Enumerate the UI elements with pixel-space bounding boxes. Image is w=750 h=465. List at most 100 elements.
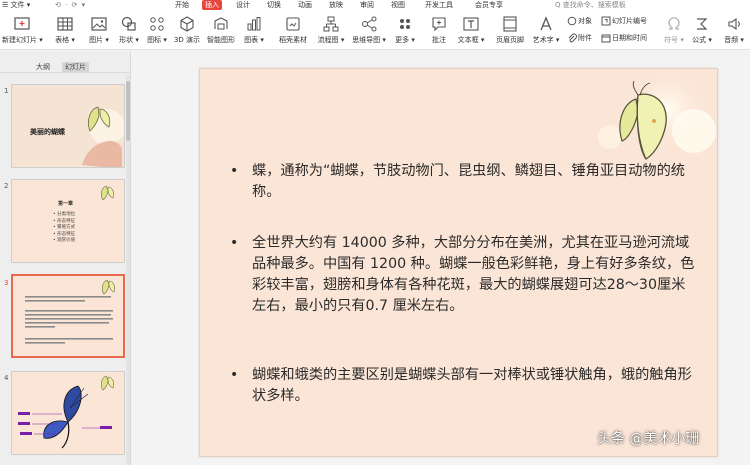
butterfly-anatomy-diagram xyxy=(12,372,124,454)
more-label: 更多 ▾ xyxy=(395,36,415,44)
flowchart-icon xyxy=(323,16,339,32)
flowchart-button[interactable]: 流程图 ▾ xyxy=(316,14,346,48)
more-icon xyxy=(400,19,410,29)
cube-icon xyxy=(180,16,194,32)
table-icon xyxy=(57,17,73,31)
attachment-button[interactable]: 附件 xyxy=(567,32,597,46)
bullet-item-2[interactable]: 全世界大约有 14000 多种，大部分分布在美洲，尤其在亚马逊河流域品种最多。中… xyxy=(228,233,698,317)
header-footer-icon xyxy=(503,16,517,32)
panel-scrollbar-thumb[interactable] xyxy=(126,81,130,141)
shape-button[interactable]: 形状 ▾ xyxy=(116,14,142,48)
omega-symbol-icon xyxy=(668,17,680,30)
tab-review[interactable]: 审阅 xyxy=(357,0,377,10)
media-label: 音频 ▾ xyxy=(724,36,744,44)
icon-button[interactable]: 图标 ▾ xyxy=(144,14,170,48)
chart-icon xyxy=(247,17,261,31)
flowchart-label: 流程图 ▾ xyxy=(317,36,345,44)
shape-icon xyxy=(121,16,136,31)
object-button[interactable]: 对象 xyxy=(567,15,597,29)
tab-transitions[interactable]: 切换 xyxy=(264,0,284,10)
slide-thumbnail-image: 第一章 • 分类地位 • 形态特征 • 繁殖方式 • 形态特征 • 观赏价值 xyxy=(11,179,125,263)
object-icon xyxy=(567,16,577,26)
slide-3-preview xyxy=(13,276,123,356)
slide-1-title: 美丽的蝴蝶 xyxy=(30,128,65,136)
symbol-button[interactable]: 符号 ▾ xyxy=(662,14,686,48)
slide-number: 1 xyxy=(4,87,9,95)
slide-thumbnail-image: 美丽的蝴蝶 xyxy=(11,84,125,168)
table-button[interactable]: 表格 ▾ xyxy=(52,14,78,48)
tab-member[interactable]: 会员专享 xyxy=(472,0,506,10)
mindmap-icon xyxy=(362,16,377,32)
slide-number-button[interactable]: 幻灯片编号 xyxy=(601,15,657,29)
audio-icon xyxy=(728,17,740,31)
slide-2-list: • 分类地位 • 形态特征 • 繁殖方式 • 形态特征 • 观赏价值 xyxy=(53,212,75,245)
panel-scrollbar[interactable] xyxy=(126,75,130,465)
3d-demo-label: 3D 演示 xyxy=(173,36,201,44)
butterfly-hand-image xyxy=(12,85,124,167)
slide-thumbnail-image xyxy=(11,371,125,455)
material-button[interactable]: 稻壳素材 xyxy=(276,14,310,48)
tab-outline[interactable]: 大纲 xyxy=(36,62,50,72)
comment-button[interactable]: 批注 xyxy=(428,14,450,48)
new-slide-icon xyxy=(14,17,30,30)
quick-access-toolbar[interactable]: ⟲ · ⟳ ▾ xyxy=(55,0,86,10)
list-item: • 观赏价值 xyxy=(53,238,76,243)
datetime-label: 日期和时间 xyxy=(612,34,647,42)
insert-ribbon: 新建幻灯片 ▾ 表格 ▾ 图片 ▾ 形状 ▾ 图标 ▾ 3D 演示 智能图形 图… xyxy=(0,10,750,50)
slide-number: 4 xyxy=(4,374,9,382)
datetime-button[interactable]: 日期和时间 xyxy=(601,32,657,46)
header-footer-label: 页眉页脚 xyxy=(496,36,524,44)
formula-button[interactable]: 公式 ▾ xyxy=(690,14,714,48)
attachment-label: 附件 xyxy=(578,34,592,42)
tab-developer[interactable]: 开发工具 xyxy=(422,0,456,10)
media-button[interactable]: 音频 ▾ xyxy=(721,14,747,48)
material-library-icon xyxy=(286,17,300,31)
chart-button[interactable]: 图表 ▾ xyxy=(241,14,267,48)
new-slide-button[interactable]: 新建幻灯片 ▾ xyxy=(2,14,43,48)
textbox-label: 文本框 ▾ xyxy=(457,36,485,44)
butterfly-image xyxy=(619,81,667,160)
list-item: • 繁殖方式 xyxy=(53,225,76,230)
slides-panel: 大纲 幻灯片 1 美丽的蝴蝶 2 第一章 • 分类地位 • 形态特征 • 繁殖方… xyxy=(0,51,131,465)
chart-label: 图表 ▾ xyxy=(244,36,264,44)
3d-demo-button[interactable]: 3D 演示 xyxy=(172,14,202,48)
formula-icon xyxy=(697,18,708,30)
current-slide[interactable]: 蝶，通称为“蝴蝶，节肢动物门、昆虫纲、鳞翅目、锤角亚目动物的统称。 全世界大约有… xyxy=(199,68,718,457)
slide-number-icon xyxy=(601,16,611,26)
tab-insert[interactable]: 插入 xyxy=(202,0,222,10)
wps-presentation-window: ☰ 文件 ▾ ⟲ · ⟳ ▾ 开始 插入 设计 切换 动画 放映 审阅 视图 开… xyxy=(0,0,750,465)
icon-label: 图标 ▾ xyxy=(147,36,167,44)
command-search[interactable]: Q 查找命令、搜索模板 xyxy=(555,0,626,10)
wordart-label: 艺术字 ▾ xyxy=(532,36,560,44)
smartart-button[interactable]: 智能图形 xyxy=(205,14,237,48)
slide-thumbnail-image xyxy=(11,274,125,358)
tab-animations[interactable]: 动画 xyxy=(295,0,315,10)
tab-home[interactable]: 开始 xyxy=(172,0,192,10)
more-button[interactable]: 更多 ▾ xyxy=(393,14,417,48)
bullet-item-1[interactable]: 蝶，通称为“蝴蝶，节肢动物门、昆虫纲、鳞翅目、锤角亚目动物的统称。 xyxy=(228,161,698,203)
tab-view[interactable]: 视图 xyxy=(388,0,408,10)
comment-label: 批注 xyxy=(432,36,446,44)
slide-number: 3 xyxy=(4,279,9,287)
menu-bar: ☰ 文件 ▾ ⟲ · ⟳ ▾ 开始 插入 设计 切换 动画 放映 审阅 视图 开… xyxy=(0,0,750,10)
file-menu[interactable]: ☰ 文件 ▾ xyxy=(2,0,30,10)
tab-design[interactable]: 设计 xyxy=(233,0,253,10)
tab-slideshow[interactable]: 放映 xyxy=(326,0,346,10)
smartart-icon xyxy=(214,17,228,30)
wordart-button[interactable]: 艺术字 ▾ xyxy=(530,14,562,48)
tab-slides[interactable]: 幻灯片 xyxy=(62,62,89,72)
material-label: 稻壳素材 xyxy=(279,36,307,44)
header-footer-button[interactable]: 页眉页脚 xyxy=(493,14,527,48)
picture-icon xyxy=(91,17,107,31)
comment-icon xyxy=(432,17,446,32)
calendar-icon xyxy=(601,34,611,43)
symbol-label: 符号 ▾ xyxy=(664,36,684,44)
mindmap-button[interactable]: 思维导图 ▾ xyxy=(350,14,388,48)
picture-button[interactable]: 图片 ▾ xyxy=(86,14,112,48)
textbox-button[interactable]: 文本框 ▾ xyxy=(457,14,485,48)
picture-label: 图片 ▾ xyxy=(89,36,109,44)
bullet-item-3[interactable]: 蝴蝶和蛾类的主要区别是蝴蝶头部有一对棒状或锤状触角，蛾的触角形状多样。 xyxy=(228,365,698,407)
panel-tabs: 大纲 幻灯片 xyxy=(0,51,131,73)
formula-label: 公式 ▾ xyxy=(692,36,712,44)
paperclip-icon xyxy=(568,33,577,43)
